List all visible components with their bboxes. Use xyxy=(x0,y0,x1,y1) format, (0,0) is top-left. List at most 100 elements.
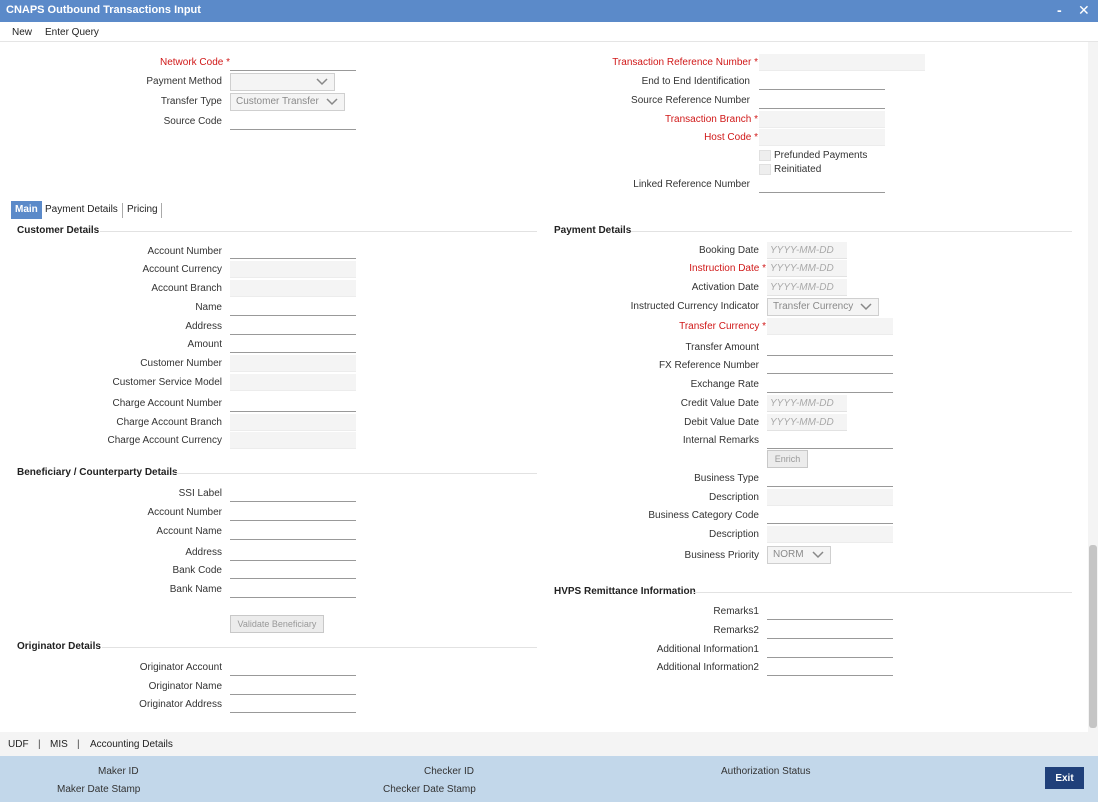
host-code-input[interactable] xyxy=(759,129,885,146)
tab-pricing[interactable]: Pricing xyxy=(123,201,162,219)
originator-address-label: Originator Address xyxy=(139,699,222,710)
additional-info2-input[interactable] xyxy=(767,659,893,676)
audit-footer: Maker ID Maker Date Stamp Checker ID Che… xyxy=(0,756,1098,802)
description-1-input[interactable] xyxy=(767,489,893,506)
account-currency-input[interactable] xyxy=(230,261,356,278)
beneficiary-heading: Beneficiary / Counterparty Details xyxy=(17,467,178,478)
activation-date-input[interactable] xyxy=(767,279,847,296)
ben-account-name-input[interactable] xyxy=(230,523,356,540)
accounting-details-link[interactable]: Accounting Details xyxy=(90,739,173,750)
debit-value-date-label: Debit Value Date xyxy=(684,417,759,428)
business-priority-select[interactable]: NORM xyxy=(767,546,831,564)
business-category-code-input[interactable] xyxy=(767,507,893,524)
debit-value-date-input[interactable] xyxy=(767,414,847,431)
sub-screen-bar: UDF | MIS | Accounting Details xyxy=(0,732,1098,756)
source-code-label: Source Code xyxy=(163,116,222,127)
fx-ref-input[interactable] xyxy=(767,357,893,374)
ben-address-input[interactable] xyxy=(230,544,356,561)
menu-enter-query[interactable]: Enter Query xyxy=(45,27,99,38)
charge-account-currency-input[interactable] xyxy=(230,432,356,449)
charge-account-branch-input[interactable] xyxy=(230,414,356,431)
account-currency-label: Account Currency xyxy=(142,264,222,275)
description-2-input[interactable] xyxy=(767,526,893,543)
additional-info1-label: Additional Information1 xyxy=(656,644,759,655)
instruction-date-input[interactable] xyxy=(767,260,847,277)
scrollbar-thumb[interactable] xyxy=(1089,545,1097,728)
tab-separator xyxy=(161,203,162,218)
prefunded-checkbox[interactable] xyxy=(759,150,771,161)
instructed-currency-indicator-label: Instructed Currency Indicator xyxy=(630,301,759,312)
transfer-currency-input[interactable] xyxy=(767,318,893,335)
customer-number-label: Customer Number xyxy=(140,358,222,369)
charge-account-branch-label: Charge Account Branch xyxy=(116,417,222,428)
remarks2-label: Remarks2 xyxy=(713,625,759,636)
payment-method-select[interactable] xyxy=(230,73,335,91)
amount-input[interactable] xyxy=(230,336,356,353)
credit-value-date-label: Credit Value Date xyxy=(680,398,759,409)
bank-code-input[interactable] xyxy=(230,562,356,579)
account-number-label: Account Number xyxy=(147,246,222,257)
enrich-button[interactable]: Enrich xyxy=(767,450,808,468)
account-branch-input[interactable] xyxy=(230,280,356,297)
validate-beneficiary-button[interactable]: Validate Beneficiary xyxy=(230,615,324,633)
reinitiated-checkbox[interactable] xyxy=(759,164,771,175)
linked-ref-input[interactable] xyxy=(759,176,885,193)
internal-remarks-input[interactable] xyxy=(767,432,893,449)
txn-ref-input[interactable] xyxy=(759,54,925,71)
originator-address-input[interactable] xyxy=(230,696,356,713)
charge-account-number-input[interactable] xyxy=(230,395,356,412)
originator-account-label: Originator Account xyxy=(139,662,222,673)
customer-number-input[interactable] xyxy=(230,355,356,372)
checker-id-label: Checker ID xyxy=(424,766,475,777)
remarks1-input[interactable] xyxy=(767,603,893,620)
service-model-label: Customer Service Model xyxy=(112,377,222,388)
internal-remarks-label: Internal Remarks xyxy=(682,435,759,446)
payment-details-heading: Payment Details xyxy=(554,225,632,236)
udf-link[interactable]: UDF xyxy=(8,739,29,750)
transfer-type-value: Customer Transfer xyxy=(236,96,319,107)
account-number-input[interactable] xyxy=(230,242,356,259)
originator-name-input[interactable] xyxy=(230,678,356,695)
network-code-input[interactable] xyxy=(230,54,356,71)
transfer-type-select[interactable]: Customer Transfer xyxy=(230,93,345,111)
host-code-label: Host Code xyxy=(704,132,758,143)
additional-info1-input[interactable] xyxy=(767,641,893,658)
address-input[interactable] xyxy=(230,318,356,335)
remarks2-input[interactable] xyxy=(767,622,893,639)
reinitiated-label: Reinitiated xyxy=(774,164,822,175)
business-category-code-label: Business Category Code xyxy=(648,510,759,521)
service-model-input[interactable] xyxy=(230,374,356,391)
fx-ref-label: FX Reference Number xyxy=(658,360,759,371)
instructed-currency-indicator-select[interactable]: Transfer Currency xyxy=(767,298,879,316)
transfer-amount-input[interactable] xyxy=(767,339,893,356)
mis-link[interactable]: MIS xyxy=(50,739,68,750)
section-divider xyxy=(102,647,537,648)
tab-payment-details[interactable]: Payment Details xyxy=(41,201,122,219)
form-content: Network Code Payment Method Transfer Typ… xyxy=(0,42,1088,732)
e2e-input[interactable] xyxy=(759,73,885,90)
minimize-icon[interactable]: - xyxy=(1057,2,1062,18)
source-ref-input[interactable] xyxy=(759,92,885,109)
menu-new[interactable]: New xyxy=(12,27,32,38)
vertical-scrollbar[interactable] xyxy=(1088,42,1098,732)
originator-account-input[interactable] xyxy=(230,659,356,676)
tab-main[interactable]: Main xyxy=(11,201,42,219)
booking-date-input[interactable] xyxy=(767,242,847,259)
transfer-amount-label: Transfer Amount xyxy=(685,342,759,353)
section-divider xyxy=(631,231,1072,232)
source-code-input[interactable] xyxy=(230,113,356,130)
ssi-label-input[interactable] xyxy=(230,485,356,502)
close-icon[interactable]: ✕ xyxy=(1078,2,1090,19)
ben-account-number-input[interactable] xyxy=(230,504,356,521)
business-type-input[interactable] xyxy=(767,470,893,487)
txn-branch-input[interactable] xyxy=(759,111,885,128)
credit-value-date-input[interactable] xyxy=(767,395,847,412)
exit-button[interactable]: Exit xyxy=(1045,767,1084,789)
bank-name-input[interactable] xyxy=(230,581,356,598)
business-priority-label: Business Priority xyxy=(684,550,759,561)
chevron-down-icon xyxy=(316,78,328,86)
originator-name-label: Originator Name xyxy=(148,681,222,692)
name-input[interactable] xyxy=(230,299,356,316)
checker-date-label: Checker Date Stamp xyxy=(383,784,476,795)
exchange-rate-input[interactable] xyxy=(767,376,893,393)
